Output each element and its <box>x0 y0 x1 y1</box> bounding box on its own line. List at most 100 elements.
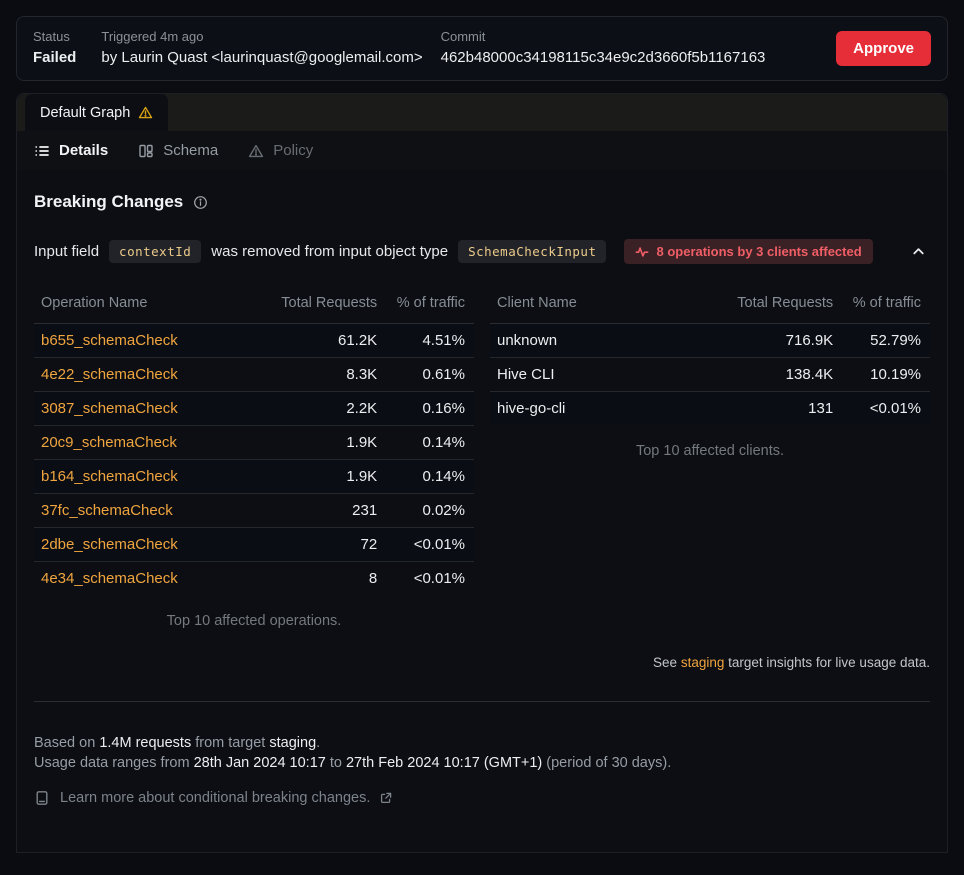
graph-tab-label: Default Graph <box>40 105 130 121</box>
total-requests-cell: 1.9K <box>245 426 377 460</box>
pct-traffic-cell: 0.16% <box>377 392 474 426</box>
table-header-row: Operation Name Total Requests % of traff… <box>34 284 474 324</box>
learn-more-label: Learn more about conditional breaking ch… <box>60 790 370 806</box>
total-requests-cell: 8.3K <box>245 358 377 392</box>
col-pct-traffic: % of traffic <box>833 284 930 324</box>
check-nav-tabs: Details Schema Policy <box>17 131 947 170</box>
clients-table: Client Name Total Requests % of traffic … <box>490 284 930 425</box>
usage-tables: Operation Name Total Requests % of traff… <box>34 284 930 639</box>
approve-button[interactable]: Approve <box>836 31 931 66</box>
tab-details-label: Details <box>59 142 108 159</box>
table-row: hive-go-cli131<0.01% <box>490 392 930 426</box>
operation-link[interactable]: 4e34_schemaCheck <box>41 570 178 587</box>
table-header-row: Client Name Total Requests % of traffic <box>490 284 930 324</box>
type-name-chip: SchemaCheckInput <box>458 240 606 263</box>
col-client-name: Client Name <box>490 284 701 324</box>
total-requests-cell: 716.9K <box>701 324 833 358</box>
table-row: b655_schemaCheck 61.2K4.51% <box>34 324 474 358</box>
total-requests-cell: 2.2K <box>245 392 377 426</box>
operation-link[interactable]: 37fc_schemaCheck <box>41 502 173 519</box>
clients-table-wrap: Client Name Total Requests % of traffic … <box>490 284 930 639</box>
summary-seg: from target <box>191 735 269 751</box>
table-row: 37fc_schemaCheck2310.02% <box>34 494 474 528</box>
col-operation-name: Operation Name <box>34 284 245 324</box>
client-name-cell: hive-go-cli <box>490 392 701 426</box>
summary-seg: (period of 30 days). <box>542 755 671 771</box>
clients-caption: Top 10 affected clients. <box>490 425 930 469</box>
status-value: Failed <box>33 48 76 68</box>
commit-label: Commit <box>441 29 766 45</box>
chevron-up-icon[interactable] <box>907 240 930 263</box>
affected-badge-label: 8 operations by 3 clients affected <box>656 244 861 259</box>
warning-triangle-icon <box>248 143 264 159</box>
pct-traffic-cell: 52.79% <box>833 324 930 358</box>
usage-summary-line1: Based on 1.4M requests from target stagi… <box>34 733 930 753</box>
table-row: 4e22_schemaCheck 8.3K0.61% <box>34 358 474 392</box>
operation-link[interactable]: 4e22_schemaCheck <box>41 366 178 383</box>
total-requests-cell: 1.9K <box>245 460 377 494</box>
book-icon <box>34 790 50 806</box>
change-text-before: Input field <box>34 243 99 260</box>
col-pct-traffic: % of traffic <box>377 284 474 324</box>
summary-seg: to <box>326 755 346 771</box>
tab-schema-label: Schema <box>163 142 218 159</box>
table-row: Hive CLI138.4K10.19% <box>490 358 930 392</box>
summary-seg: Based on <box>34 735 99 751</box>
external-link-icon <box>380 792 392 804</box>
breaking-change-item: Input field contextId was removed from i… <box>34 239 930 264</box>
total-requests-cell: 72 <box>245 528 377 562</box>
pct-traffic-cell: 4.51% <box>377 324 474 358</box>
requests-count: 1.4M requests <box>99 735 191 751</box>
summary-seg: Usage data ranges from <box>34 755 194 771</box>
target-name: staging <box>269 735 316 751</box>
pct-traffic-cell: 0.61% <box>377 358 474 392</box>
tab-details[interactable]: Details <box>34 142 108 159</box>
range-start-date: 28th Jan 2024 10:17 <box>194 755 326 771</box>
table-row: 2dbe_schemaCheck 72<0.01% <box>34 528 474 562</box>
warning-triangle-icon <box>138 105 153 120</box>
total-requests-cell: 61.2K <box>245 324 377 358</box>
table-row: 3087_schemaCheck 2.2K0.16% <box>34 392 474 426</box>
total-requests-cell: 138.4K <box>701 358 833 392</box>
client-name-cell: Hive CLI <box>490 358 701 392</box>
tab-policy-label: Policy <box>273 142 313 159</box>
affected-operations-badge[interactable]: 8 operations by 3 clients affected <box>624 239 872 264</box>
pct-traffic-cell: <0.01% <box>377 562 474 596</box>
see-staging-note: See staging target insights for live usa… <box>34 655 930 670</box>
col-total-requests: Total Requests <box>701 284 833 324</box>
pct-traffic-cell: <0.01% <box>833 392 930 426</box>
commit-group: Commit 462b48000c34198115c34e9c2d3660f5b… <box>441 29 766 68</box>
pct-traffic-cell: <0.01% <box>377 528 474 562</box>
staging-link[interactable]: staging <box>681 655 725 670</box>
commit-hash: 462b48000c34198115c34e9c2d3660f5b1167163 <box>441 48 766 68</box>
table-row: b164_schemaCheck 1.9K0.14% <box>34 460 474 494</box>
triggered-author: by Laurin Quast <laurinquast@googlemail.… <box>101 48 422 68</box>
learn-more-link[interactable]: Learn more about conditional breaking ch… <box>34 790 930 806</box>
operation-link[interactable]: 3087_schemaCheck <box>41 400 178 417</box>
operation-link[interactable]: 20c9_schemaCheck <box>41 434 177 451</box>
operation-link[interactable]: b655_schemaCheck <box>41 332 178 349</box>
pct-traffic-cell: 0.14% <box>377 460 474 494</box>
tab-default-graph[interactable]: Default Graph <box>25 94 168 131</box>
pulse-icon <box>635 245 649 259</box>
operation-link[interactable]: 2dbe_schemaCheck <box>41 536 178 553</box>
pct-traffic-cell: 0.14% <box>377 426 474 460</box>
check-summary-card: Status Failed Triggered 4m ago by Laurin… <box>16 16 948 81</box>
operations-table: Operation Name Total Requests % of traff… <box>34 284 474 595</box>
range-end-date: 27th Feb 2024 10:17 (GMT+1) <box>346 755 542 771</box>
operation-link[interactable]: b164_schemaCheck <box>41 468 178 485</box>
check-detail-card: Default Graph Details Schema <box>16 93 948 853</box>
summary-seg: . <box>316 735 320 751</box>
tab-schema[interactable]: Schema <box>138 142 218 159</box>
table-row: unknown716.9K52.79% <box>490 324 930 358</box>
schema-columns-icon <box>138 143 154 159</box>
info-circle-icon[interactable] <box>193 195 208 210</box>
graph-tab-strip: Default Graph <box>17 94 947 131</box>
table-row: 20c9_schemaCheck 1.9K0.14% <box>34 426 474 460</box>
breaking-changes-title: Breaking Changes <box>34 192 183 212</box>
tab-policy[interactable]: Policy <box>248 142 313 159</box>
see-note-post: target insights for live usage data. <box>724 655 930 670</box>
see-note-pre: See <box>653 655 681 670</box>
total-requests-cell: 8 <box>245 562 377 596</box>
status-label: Status <box>33 29 76 45</box>
